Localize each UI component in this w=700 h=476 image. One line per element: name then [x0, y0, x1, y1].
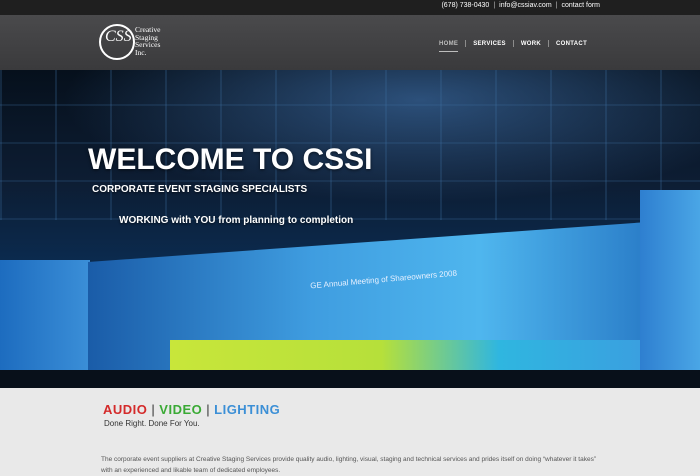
- contact-separator: |: [493, 2, 496, 9]
- hero-subtitle: CORPORATE EVENT STAGING SPECIALISTS: [92, 184, 308, 195]
- hero-banner: GE Annual Meeting of Shareowners 2008 WE…: [0, 70, 700, 388]
- logo-line: Inc.: [135, 47, 147, 57]
- hero-title: WELCOME TO CSSI: [88, 143, 373, 176]
- main-nav: HOME SERVICES WORK CONTACT: [432, 40, 594, 52]
- top-contact-bar: (678) 738-0430 | info@cssiav.com | contact f…: [0, 0, 700, 15]
- nav-services[interactable]: SERVICES: [466, 41, 513, 47]
- stage-floor-image: [0, 370, 700, 388]
- service-video: VIDEO: [159, 402, 203, 417]
- contact-info: (678) 738-0430 | info@cssiav.com | contact f…: [441, 2, 600, 9]
- services-heading: AUDIO | VIDEO | LIGHTING: [103, 402, 280, 417]
- hero-tagline: WORKING with YOU from planning to comple…: [119, 215, 354, 226]
- nav-contact[interactable]: CONTACT: [549, 41, 594, 47]
- contact-separator: |: [555, 2, 558, 9]
- service-audio: AUDIO: [103, 402, 148, 417]
- about-paragraph: The corporate event suppliers at Creativ…: [101, 456, 596, 474]
- stage-screen-image: [640, 190, 700, 380]
- service-separator: |: [206, 402, 211, 417]
- service-separator: |: [151, 402, 156, 417]
- services-tagline: Done Right. Done For You.: [104, 419, 200, 428]
- phone-link[interactable]: (678) 738-0430: [441, 2, 489, 9]
- nav-home[interactable]: HOME: [432, 41, 465, 52]
- logo-wordmark: Creative Staging Services Inc.: [135, 26, 175, 56]
- contact-form-link[interactable]: contact form: [561, 2, 600, 9]
- site-header: CSS Creative Staging Services Inc. HOME …: [0, 15, 700, 70]
- nav-work[interactable]: WORK: [514, 41, 548, 47]
- logo-monogram: CSS: [105, 28, 132, 45]
- service-lighting: LIGHTING: [214, 402, 281, 417]
- company-logo[interactable]: CSS Creative Staging Services Inc.: [99, 22, 169, 64]
- stage-screen-image: [0, 260, 90, 380]
- email-link[interactable]: info@cssiav.com: [499, 2, 552, 9]
